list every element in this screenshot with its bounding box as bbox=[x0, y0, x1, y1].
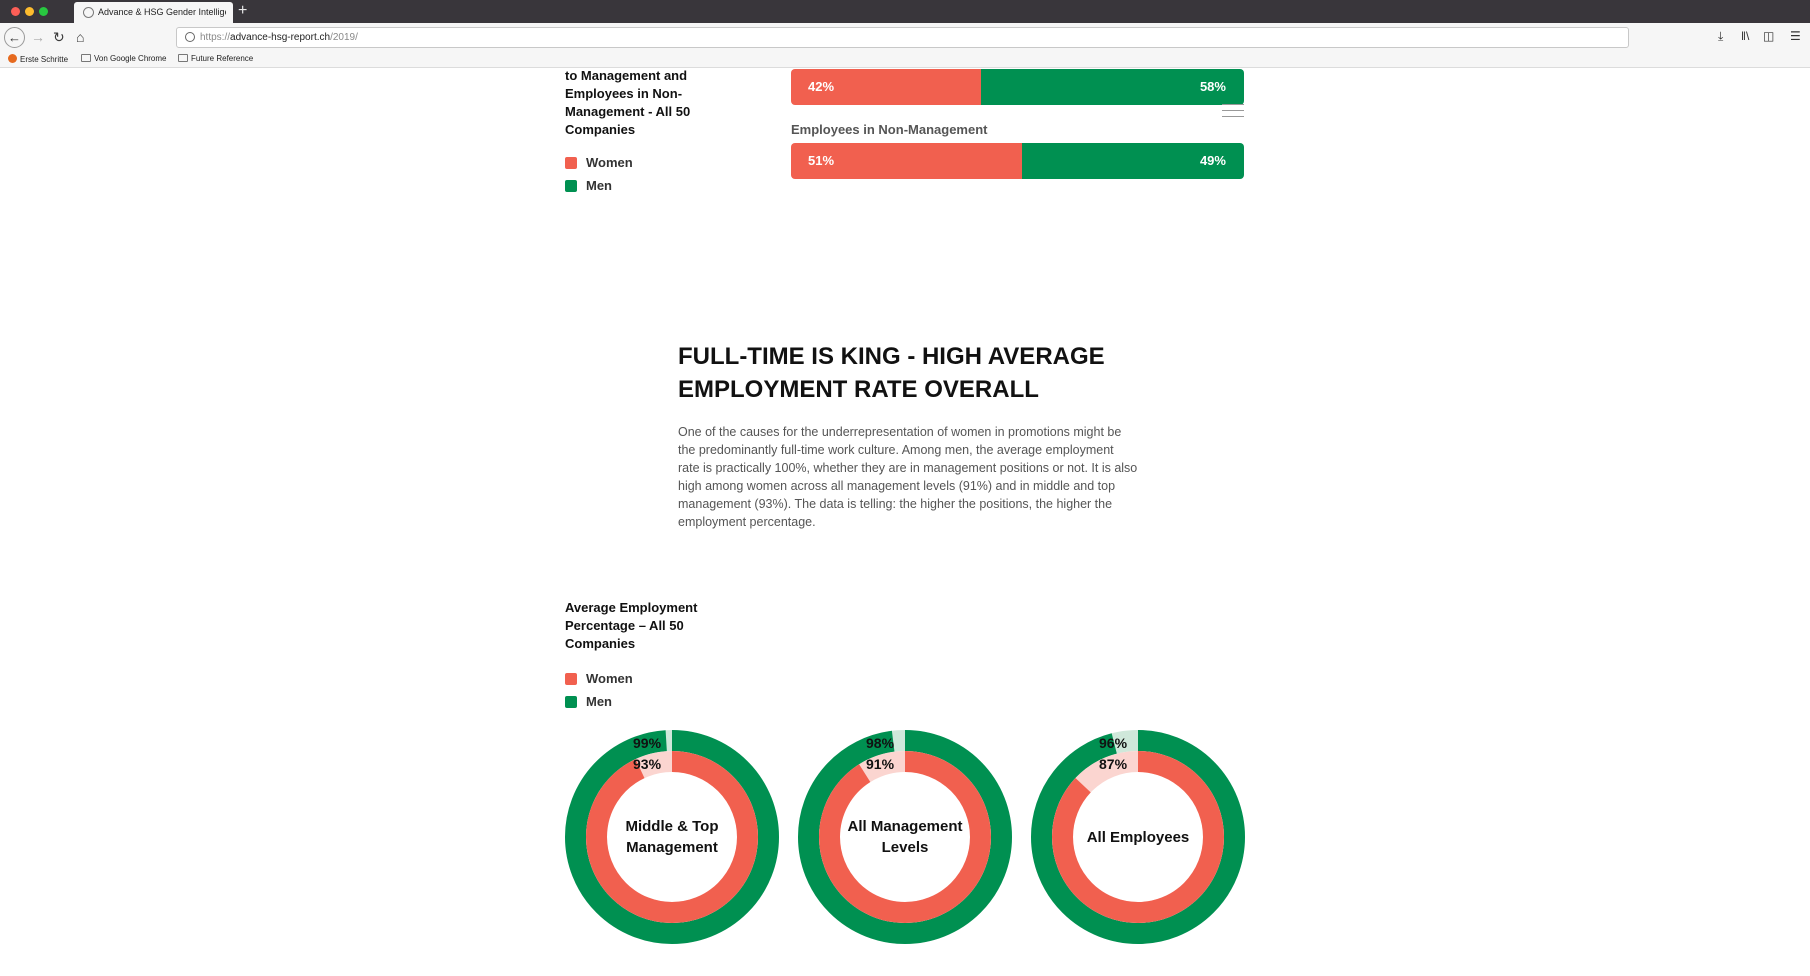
close-window-button[interactable] bbox=[11, 7, 20, 16]
reload-button[interactable]: ↻ bbox=[53, 28, 65, 46]
bookmark-erste-schritte[interactable]: Erste Schritte bbox=[8, 54, 68, 64]
minimize-window-button[interactable] bbox=[25, 7, 34, 16]
bookmark-von-google-chrome[interactable]: Von Google Chrome bbox=[81, 54, 167, 63]
bar-label-women: 42% bbox=[808, 79, 835, 94]
home-icon[interactable]: ⌂ bbox=[76, 28, 84, 46]
url-bar[interactable]: https://advance-hsg-report.ch/2019/ bbox=[176, 27, 1629, 48]
bar-segment-women: 42% bbox=[791, 69, 982, 105]
women-swatch bbox=[565, 673, 577, 685]
women-pct-label: 87% bbox=[1099, 756, 1128, 772]
bar-heading-non-management: Employees in Non-Management bbox=[791, 122, 988, 137]
bar-segment-men: 49% bbox=[1022, 143, 1244, 179]
men-swatch bbox=[565, 180, 577, 192]
bar-segment-women: 51% bbox=[791, 143, 1023, 179]
bar-label-men: 49% bbox=[1199, 153, 1226, 168]
section-body: One of the causes for the underrepresent… bbox=[678, 425, 1138, 529]
folder-icon bbox=[81, 54, 91, 62]
navigation-toolbar: ← → ↻ ⌂ https://advance-hsg-report.ch/20… bbox=[0, 23, 1810, 52]
section-title: FULL-TIME IS KING - HIGH AVERAGE EMPLOYM… bbox=[678, 343, 1105, 403]
men-pct-label: 98% bbox=[866, 735, 895, 751]
globe-icon bbox=[83, 7, 94, 18]
legend-men: Men bbox=[565, 178, 612, 193]
url-text[interactable]: https://advance-hsg-report.ch/2019/ bbox=[200, 32, 358, 43]
men-swatch bbox=[565, 696, 577, 708]
back-button[interactable]: ← bbox=[4, 27, 25, 48]
donut-label: All Management Levels bbox=[847, 818, 963, 856]
donut-all-employees: All Employees 96% 87% bbox=[1031, 730, 1245, 944]
men-pct-label: 99% bbox=[633, 735, 662, 751]
women-pct-label: 91% bbox=[866, 756, 895, 772]
stacked-bar-management: 42% 58% bbox=[791, 69, 1244, 105]
women-swatch bbox=[565, 157, 577, 169]
legend-women: Women bbox=[565, 155, 633, 170]
maximize-window-button[interactable] bbox=[39, 7, 48, 16]
top-chart-title: to Management and Employees in Non-Manag… bbox=[565, 69, 691, 137]
stacked-bar-non-management: 51% 49% bbox=[791, 143, 1244, 179]
donut-label: All Employees bbox=[1086, 828, 1190, 846]
bar-label-women: 51% bbox=[808, 153, 835, 168]
donut-chart-title: Average Employment Percentage – All 50 C… bbox=[565, 600, 698, 651]
sidebar-icon[interactable]: ◫ bbox=[1763, 29, 1774, 43]
forward-button[interactable]: → bbox=[31, 28, 45, 46]
new-tab-button[interactable]: + bbox=[238, 1, 247, 21]
bookmarks-bar: Erste Schritte Von Google Chrome Future … bbox=[0, 52, 1810, 68]
bar-label-men: 58% bbox=[1199, 79, 1226, 94]
page-content: to Management and Employees in Non-Manag… bbox=[0, 69, 1810, 976]
menu-hamburger-icon[interactable] bbox=[1222, 104, 1244, 120]
download-icon[interactable]: ⤓ bbox=[1718, 29, 1723, 44]
men-pct-label: 96% bbox=[1099, 735, 1128, 751]
bar-segment-men: 58% bbox=[981, 69, 1244, 105]
donut-label: Middle & Top Management bbox=[625, 818, 719, 856]
folder-icon bbox=[178, 54, 188, 62]
bookmark-future-reference[interactable]: Future Reference bbox=[178, 54, 253, 63]
menu-icon[interactable]: ☰ bbox=[1790, 29, 1801, 43]
tab-title: Advance & HSG Gender Intellige bbox=[98, 7, 226, 17]
women-pct-label: 93% bbox=[633, 756, 662, 772]
library-icon[interactable]: ‖\ bbox=[1741, 29, 1749, 43]
legend-men: Men bbox=[565, 694, 612, 709]
search-icon bbox=[185, 32, 195, 42]
browser-tab-bar: Advance & HSG Gender Intellige + bbox=[0, 0, 1810, 23]
firefox-icon bbox=[8, 54, 17, 63]
donut-middle-top-management: Middle & Top Management 99% 93% bbox=[565, 730, 779, 944]
legend-women: Women bbox=[565, 671, 633, 686]
browser-tab[interactable]: Advance & HSG Gender Intellige bbox=[74, 2, 233, 23]
donut-all-management-levels: All Management Levels 98% 91% bbox=[798, 730, 1012, 944]
